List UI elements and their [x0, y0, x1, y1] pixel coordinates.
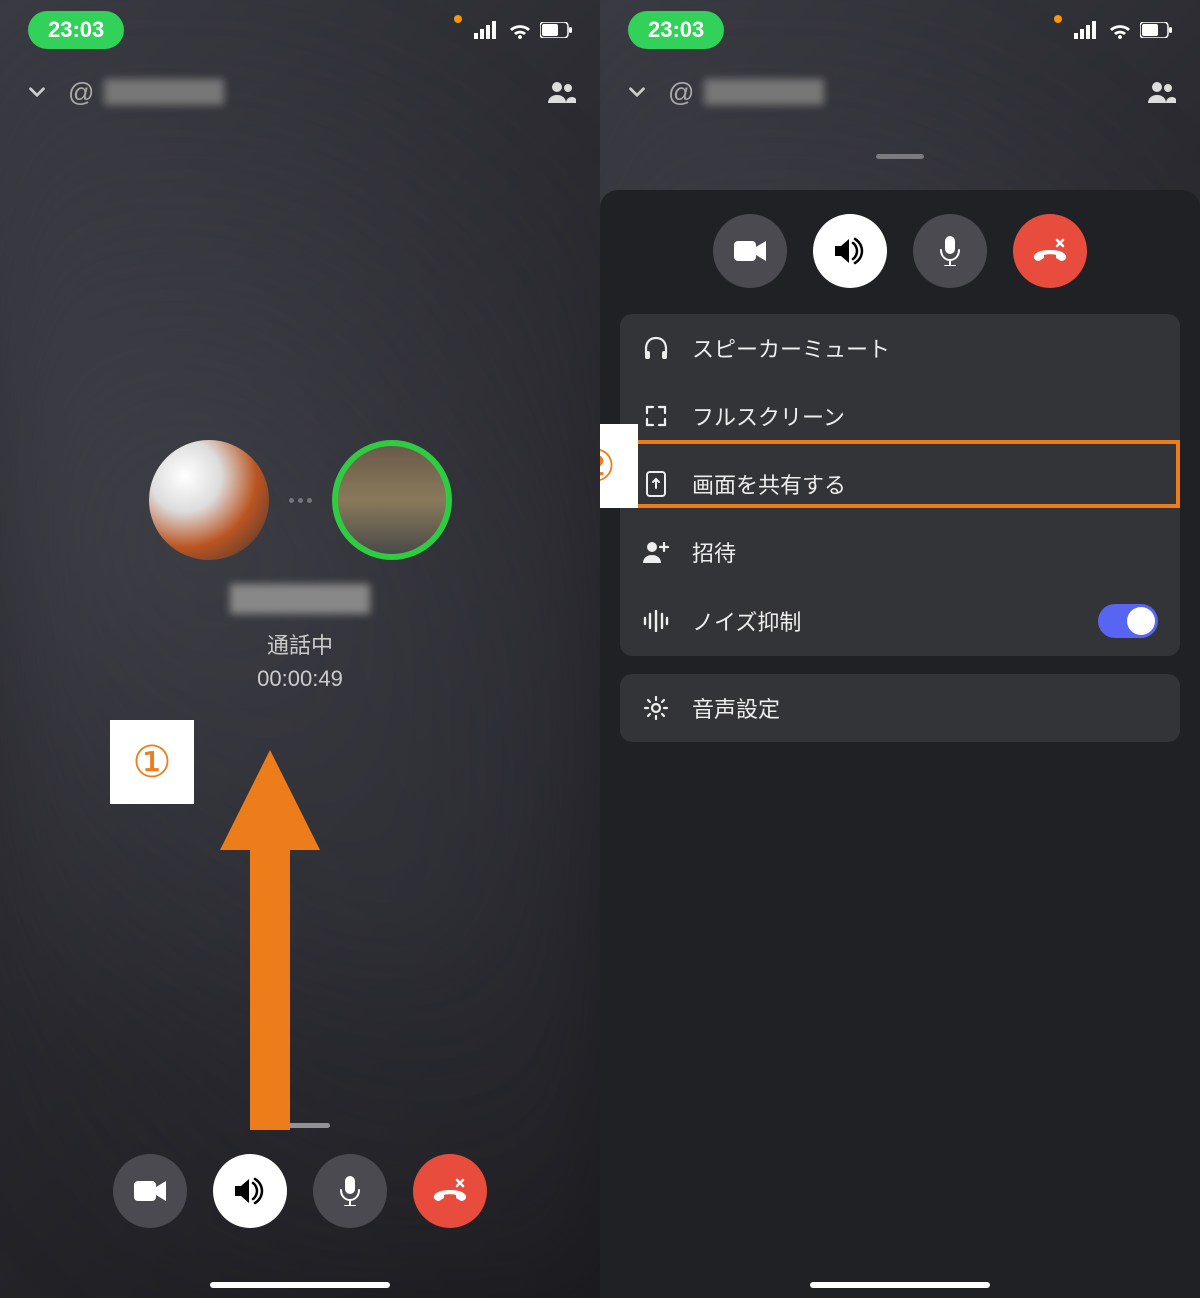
- gear-icon: [643, 695, 669, 721]
- status-time: 23:03: [628, 11, 724, 49]
- speaker-icon: [835, 237, 865, 265]
- home-indicator[interactable]: [810, 1282, 990, 1288]
- battery-icon: [540, 22, 572, 38]
- mic-button[interactable]: [313, 1154, 387, 1228]
- participant-avatars: [0, 440, 600, 560]
- cellular-icon: [1074, 21, 1100, 39]
- camera-button[interactable]: [113, 1154, 187, 1228]
- mic-icon: [939, 236, 961, 266]
- at-symbol: @: [668, 77, 694, 108]
- recording-dot-icon: [454, 15, 462, 23]
- share-screen-icon: [645, 470, 667, 498]
- menu-label: ノイズ抑制: [692, 605, 801, 637]
- call-header: @: [600, 68, 1200, 116]
- action-sheet: スピーカーミュート フルスクリーン 画面を共有する 招待 ノイズ抑制: [600, 190, 1200, 1298]
- swipe-up-arrow-annotation: [220, 750, 320, 1130]
- mic-button[interactable]: [913, 214, 987, 288]
- chevron-down-icon[interactable]: [624, 79, 650, 105]
- menu-group-main: スピーカーミュート フルスクリーン 画面を共有する 招待 ノイズ抑制: [620, 314, 1180, 656]
- call-status-label: 通話中: [0, 628, 600, 660]
- menu-share-screen[interactable]: 画面を共有する: [620, 450, 1180, 518]
- mic-icon: [339, 1176, 361, 1206]
- menu-invite[interactable]: 招待: [620, 518, 1180, 586]
- call-info: 通話中 00:00:49: [0, 584, 600, 692]
- hangup-button[interactable]: [1013, 214, 1087, 288]
- channel-name-blurred: [104, 79, 224, 105]
- channel-name-blurred: [704, 79, 824, 105]
- menu-noise-suppression[interactable]: ノイズ抑制: [620, 586, 1180, 656]
- people-icon[interactable]: [546, 79, 576, 105]
- camera-button[interactable]: [713, 214, 787, 288]
- right-screenshot: 23:03 @: [600, 0, 1200, 1298]
- wifi-icon: [1108, 21, 1132, 39]
- status-icons: [454, 21, 572, 39]
- cellular-icon: [474, 21, 500, 39]
- at-symbol: @: [68, 77, 94, 108]
- speaker-button[interactable]: [213, 1154, 287, 1228]
- camera-icon: [134, 1179, 166, 1203]
- call-header: @: [0, 68, 600, 116]
- speaker-button[interactable]: [813, 214, 887, 288]
- noise-suppression-toggle[interactable]: [1098, 604, 1158, 638]
- battery-icon: [1140, 22, 1172, 38]
- status-bar: 23:03: [600, 0, 1200, 60]
- fullscreen-icon: [644, 404, 668, 428]
- menu-label: 招待: [692, 536, 736, 568]
- annotation-badge-1: ①: [110, 720, 194, 804]
- status-bar: 23:03: [0, 0, 600, 60]
- avatar: [149, 440, 269, 560]
- call-controls: [620, 214, 1180, 288]
- left-screenshot: 23:03 @ 通話中 00:00:49 ①: [0, 0, 600, 1298]
- menu-label: スピーカーミュート: [692, 332, 890, 364]
- home-indicator[interactable]: [210, 1282, 390, 1288]
- people-icon[interactable]: [1146, 79, 1176, 105]
- avatar-speaking: [332, 440, 452, 560]
- soundwave-icon: [643, 610, 669, 632]
- menu-group-settings: 音声設定: [620, 674, 1180, 742]
- status-icons: [1054, 21, 1172, 39]
- menu-fullscreen[interactable]: フルスクリーン: [620, 382, 1180, 450]
- menu-audio-settings[interactable]: 音声設定: [620, 674, 1180, 742]
- call-controls: [0, 1154, 600, 1228]
- recording-dot-icon: [1054, 15, 1062, 23]
- sheet-drag-handle[interactable]: [876, 154, 924, 159]
- menu-speaker-mute[interactable]: スピーカーミュート: [620, 314, 1180, 382]
- menu-label: フルスクリーン: [692, 400, 845, 432]
- participant-name-blurred: [230, 584, 370, 614]
- headphones-icon: [643, 335, 669, 361]
- camera-icon: [734, 239, 766, 263]
- hangup-icon: [1033, 237, 1067, 265]
- menu-label: 音声設定: [692, 692, 780, 724]
- chevron-down-icon[interactable]: [24, 79, 50, 105]
- menu-label: 画面を共有する: [692, 468, 846, 500]
- invite-icon: [642, 540, 670, 564]
- hangup-icon: [433, 1177, 467, 1205]
- avatar-more-dots: [289, 498, 312, 503]
- speaker-icon: [235, 1177, 265, 1205]
- wifi-icon: [508, 21, 532, 39]
- call-duration: 00:00:49: [0, 666, 600, 692]
- hangup-button[interactable]: [413, 1154, 487, 1228]
- status-time: 23:03: [28, 11, 124, 49]
- annotation-badge-2: ②: [600, 424, 638, 508]
